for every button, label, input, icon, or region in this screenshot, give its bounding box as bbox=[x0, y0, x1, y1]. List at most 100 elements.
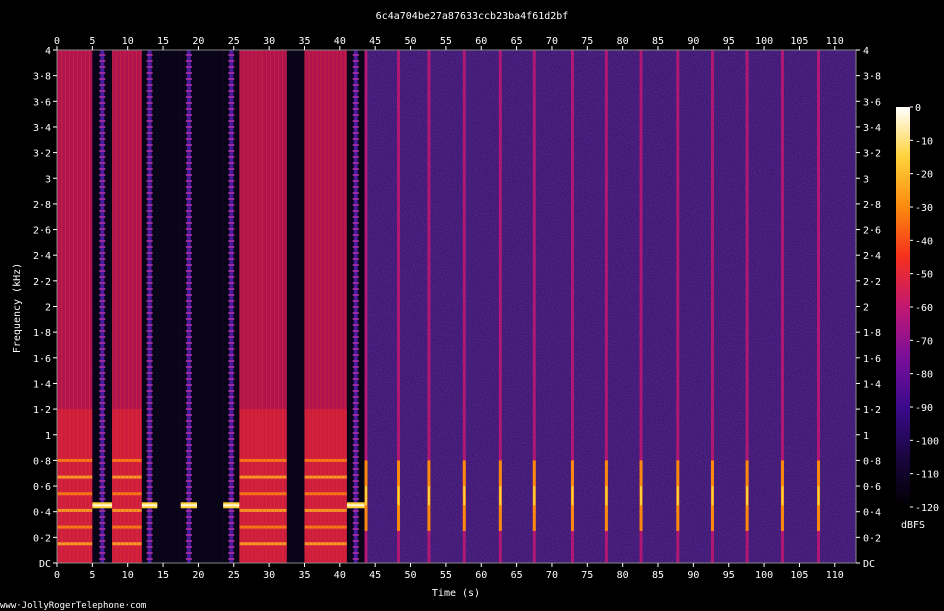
burst-dash bbox=[99, 498, 106, 500]
speech-striation bbox=[81, 50, 82, 563]
y-tick-label-right: 1·6 bbox=[863, 354, 881, 365]
burst-dash bbox=[185, 72, 192, 74]
burst-dash bbox=[99, 288, 106, 290]
burst-dash bbox=[185, 66, 192, 68]
speech-harmonic bbox=[57, 542, 93, 546]
burst-dash bbox=[228, 426, 235, 428]
x-tick-label-top: 15 bbox=[157, 36, 169, 47]
segment-tone-burst bbox=[180, 50, 198, 563]
burst-dash bbox=[185, 540, 192, 542]
pulse bbox=[817, 50, 821, 563]
burst-dash bbox=[146, 384, 153, 386]
burst-dash bbox=[185, 138, 192, 140]
burst-dash bbox=[99, 264, 106, 266]
y-tick-label-left: 1·8 bbox=[33, 328, 51, 339]
burst-dash bbox=[228, 210, 235, 212]
burst-dash bbox=[228, 90, 235, 92]
burst-dash bbox=[99, 216, 106, 218]
burst-dash bbox=[99, 120, 106, 122]
burst-dash bbox=[185, 54, 192, 56]
burst-dash bbox=[99, 204, 106, 206]
burst-dash bbox=[352, 558, 359, 560]
burst-dash bbox=[185, 384, 192, 386]
chart-title: 6c4a704be27a87633ccb23ba4f61d2bf bbox=[376, 11, 569, 22]
burst-dash bbox=[352, 138, 359, 140]
burst-dash bbox=[228, 522, 235, 524]
burst-dash bbox=[99, 510, 106, 512]
burst-dash bbox=[228, 108, 235, 110]
x-tick-label-bottom: 15 bbox=[157, 570, 169, 581]
burst-dash bbox=[185, 420, 192, 422]
speech-striation bbox=[124, 50, 126, 563]
burst-dash bbox=[146, 336, 153, 338]
x-tick-label-bottom: 5 bbox=[89, 570, 95, 581]
burst-dash bbox=[99, 162, 106, 164]
burst-dash bbox=[99, 528, 106, 530]
burst-dash bbox=[228, 492, 235, 494]
y-tick-label-left: 0·6 bbox=[33, 482, 51, 493]
burst-dash bbox=[185, 102, 192, 104]
burst-dash bbox=[146, 450, 153, 452]
pulse-hot bbox=[397, 486, 400, 506]
burst-dash bbox=[99, 480, 106, 482]
speech-striation bbox=[247, 50, 249, 563]
burst-dash bbox=[146, 318, 153, 320]
speech-harmonic bbox=[239, 525, 263, 529]
burst-dash bbox=[228, 420, 235, 422]
x-tick-label-bottom: 20 bbox=[192, 570, 204, 581]
x-axis-title: Time (s) bbox=[432, 588, 480, 599]
burst-dash bbox=[228, 252, 235, 254]
burst-dash bbox=[99, 90, 106, 92]
burst-dash bbox=[185, 492, 192, 494]
burst-dash bbox=[228, 186, 235, 188]
burst-dash bbox=[146, 372, 153, 374]
burst-dash bbox=[228, 372, 235, 374]
x-tick-label-top: 70 bbox=[546, 36, 558, 47]
burst-dash bbox=[185, 312, 192, 314]
x-tick-label-bottom: 50 bbox=[405, 570, 417, 581]
burst-dash bbox=[352, 258, 359, 260]
burst-dash bbox=[352, 552, 359, 554]
pulse bbox=[604, 50, 608, 563]
burst-dash bbox=[99, 378, 106, 380]
x-tick-label-top: 60 bbox=[475, 36, 487, 47]
pulse-hot bbox=[571, 486, 574, 506]
burst-dash bbox=[352, 108, 359, 110]
burst-dash bbox=[99, 426, 106, 428]
burst-dash bbox=[185, 78, 192, 80]
speech-striation bbox=[262, 50, 264, 563]
burst-dash bbox=[185, 120, 192, 122]
burst-dash bbox=[99, 432, 106, 434]
y-tick-label-right: 3·6 bbox=[863, 97, 881, 108]
burst-dash bbox=[228, 546, 235, 548]
burst-dash bbox=[352, 96, 359, 98]
burst-dash bbox=[146, 354, 153, 356]
colorbar-tick-label: -60 bbox=[915, 303, 933, 314]
burst-dash bbox=[185, 144, 192, 146]
colorbar-unit: dBFS bbox=[901, 520, 925, 531]
burst-dash bbox=[185, 444, 192, 446]
burst-dash bbox=[185, 348, 192, 350]
burst-dash bbox=[99, 336, 106, 338]
burst-dash bbox=[185, 90, 192, 92]
burst-dash bbox=[352, 174, 359, 176]
x-tick-label-bottom: 90 bbox=[687, 570, 699, 581]
burst-dash bbox=[185, 300, 192, 302]
burst-dash bbox=[146, 252, 153, 254]
burst-dash bbox=[228, 78, 235, 80]
speech-striation bbox=[77, 50, 78, 563]
burst-dash bbox=[146, 54, 153, 56]
burst-dash bbox=[99, 486, 106, 488]
speech-striation bbox=[136, 50, 138, 563]
y-tick-label-right: 2·6 bbox=[863, 226, 881, 237]
burst-dash bbox=[99, 66, 106, 68]
y-tick-label-right: 3 bbox=[863, 174, 869, 185]
y-tick-label-left: 2·6 bbox=[33, 226, 51, 237]
burst-dash bbox=[228, 294, 235, 296]
speech-striation bbox=[304, 50, 306, 563]
burst-dash bbox=[146, 198, 153, 200]
burst-dash bbox=[99, 492, 106, 494]
burst-dash bbox=[352, 522, 359, 524]
pulse-hot bbox=[499, 486, 502, 506]
speech-striation bbox=[73, 50, 74, 563]
